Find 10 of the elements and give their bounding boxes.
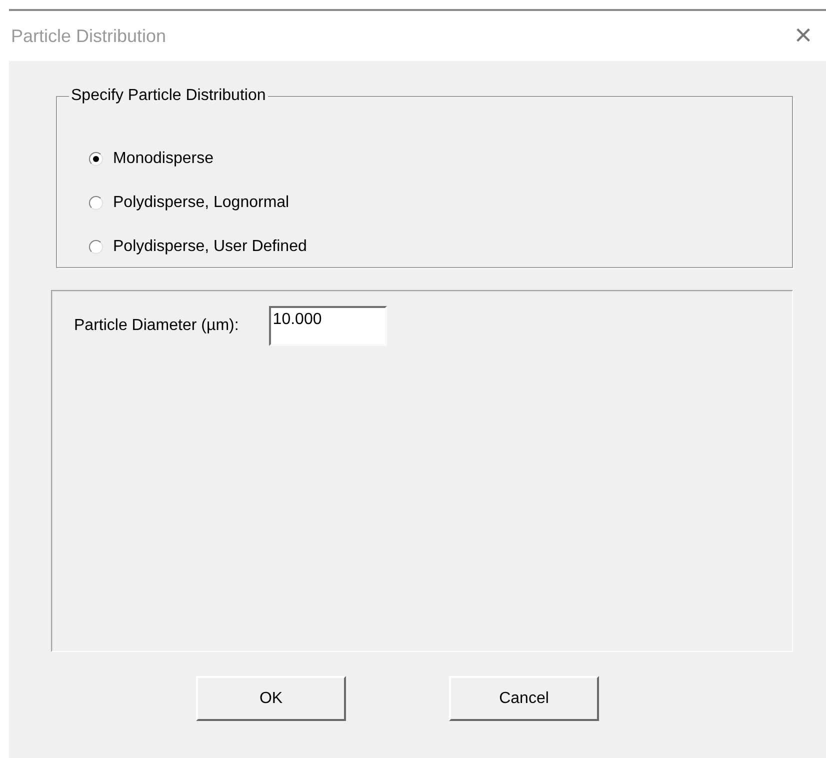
dialog-button[interactable]: Cancel bbox=[449, 676, 599, 721]
dialog-button[interactable]: OK bbox=[196, 676, 346, 721]
radio-option[interactable]: Monodisperse bbox=[89, 149, 214, 169]
window-title: Particle Distribution bbox=[11, 24, 166, 48]
field-label: Particle Diameter (µm): bbox=[74, 316, 239, 336]
diameter-field[interactable]: 10.000 bbox=[268, 306, 387, 346]
radio-option[interactable]: Polydisperse, Lognormal bbox=[89, 193, 290, 213]
close-button[interactable]: × bbox=[794, 21, 812, 51]
group-legend: Specify Particle Distribution bbox=[69, 86, 268, 106]
radio-option[interactable]: Polydisperse, User Defined bbox=[89, 237, 307, 257]
